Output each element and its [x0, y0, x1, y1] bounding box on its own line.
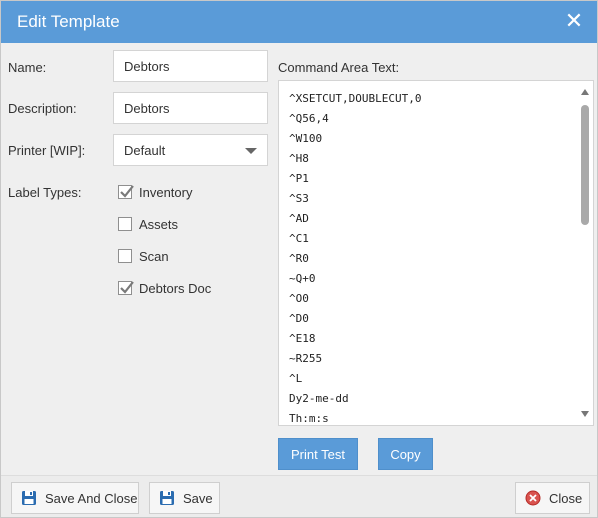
save-label: Save: [183, 490, 213, 506]
command-line: Th:m:s: [289, 412, 329, 425]
floppy-disk-icon: [22, 491, 36, 505]
command-line: ^W100: [289, 132, 323, 145]
printer-label: Printer [WIP]:: [8, 143, 86, 158]
save-and-close-button[interactable]: Save And Close: [11, 482, 139, 514]
close-icon[interactable]: ✕: [563, 10, 585, 32]
description-label: Description:: [8, 101, 77, 116]
command-area-label: Command Area Text:: [278, 60, 400, 75]
scrollbar-thumb[interactable]: [581, 105, 589, 225]
command-line: ^C1: [289, 232, 309, 245]
floppy-disk-icon: [160, 491, 174, 505]
print-test-button[interactable]: Print Test: [278, 438, 358, 470]
close-button[interactable]: Close: [515, 482, 590, 514]
command-line: ^XSETCUT,DOUBLECUT,0: [289, 92, 422, 105]
checkbox-label: Debtors Doc: [139, 280, 212, 296]
save-button[interactable]: Save: [149, 482, 220, 514]
command-line: ^O0: [289, 292, 309, 305]
checkbox-debtors-doc[interactable]: Debtors Doc: [118, 279, 211, 297]
edit-template-dialog: Edit Template ✕ Name: Description: Print…: [0, 0, 598, 518]
command-line: ^Q56,4: [289, 112, 329, 125]
checkbox-scan[interactable]: Scan: [118, 247, 169, 265]
close-label: Close: [549, 490, 583, 506]
scroll-down-arrow-icon[interactable]: [581, 411, 589, 417]
checkbox-unchecked-icon: [118, 217, 132, 231]
checkbox-inventory[interactable]: Inventory: [118, 183, 192, 201]
command-line: ^L: [289, 372, 303, 385]
printer-select[interactable]: Default: [113, 134, 268, 166]
command-line: ^E18: [289, 332, 316, 345]
command-text: ^XSETCUT,DOUBLECUT,0 ^Q56,4 ^W100 ^H8 ^P1 ^S3…: [289, 89, 422, 425]
name-field[interactable]: [114, 51, 267, 81]
command-line: ^R0: [289, 252, 309, 265]
command-line: ^P1: [289, 172, 309, 185]
label-types-label: Label Types:: [8, 185, 82, 200]
checkbox-assets[interactable]: Assets: [118, 215, 178, 233]
checkbox-label: Scan: [139, 248, 169, 264]
command-line: ^AD: [289, 212, 309, 225]
name-field-wrapper: [113, 50, 268, 82]
checkbox-unchecked-icon: [118, 249, 132, 263]
title-bar: Edit Template ✕: [1, 1, 597, 43]
dialog-footer: Save And Close Save Close: [1, 475, 597, 517]
command-line: Dy2-me-dd: [289, 392, 349, 405]
copy-button[interactable]: Copy: [378, 438, 433, 470]
command-area-textarea[interactable]: ^XSETCUT,DOUBLECUT,0 ^Q56,4 ^W100 ^H8 ^P1 ^S3…: [278, 80, 594, 426]
description-field-wrapper: [113, 92, 268, 124]
checkbox-label: Inventory: [139, 184, 193, 200]
command-line: ~R255: [289, 352, 323, 365]
close-circle-icon: [525, 490, 541, 506]
command-line: ^H8: [289, 152, 309, 165]
description-field[interactable]: [114, 93, 267, 123]
printer-selected-value: Default: [124, 143, 166, 158]
checkbox-checked-icon: [118, 281, 134, 295]
name-label: Name:: [8, 60, 47, 75]
command-line: ^D0: [289, 312, 309, 325]
command-line: ^S3: [289, 192, 309, 205]
checkbox-label: Assets: [139, 216, 179, 232]
scrollbar[interactable]: [580, 85, 590, 421]
chevron-down-icon: [245, 148, 257, 154]
checkbox-checked-icon: [118, 185, 134, 199]
command-line: ~Q+0: [289, 272, 316, 285]
save-and-close-label: Save And Close: [45, 490, 138, 506]
dialog-title: Edit Template: [17, 12, 120, 31]
scroll-up-arrow-icon[interactable]: [581, 89, 589, 95]
